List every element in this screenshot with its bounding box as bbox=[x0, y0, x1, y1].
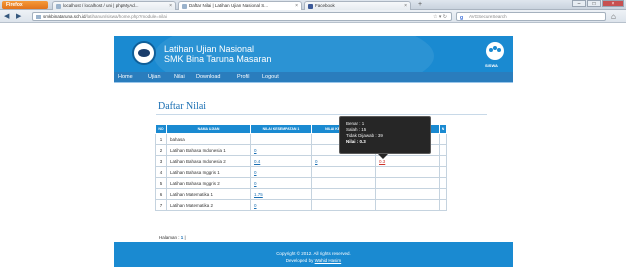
site-subtitle: SMK Bina Taruna Masaran bbox=[164, 54, 272, 64]
score-link[interactable]: 0 bbox=[254, 148, 257, 153]
menu-item-logout[interactable]: Logout bbox=[262, 72, 279, 83]
menu-item-home[interactable]: Home bbox=[118, 72, 133, 83]
school-logo-icon bbox=[132, 41, 156, 65]
close-icon[interactable]: × bbox=[295, 2, 298, 10]
main-menu: Home Ujian Nilai Download Profil Logout bbox=[114, 72, 513, 83]
row-number: 6 bbox=[155, 188, 167, 200]
exam-name: Latihan Bahasa Inggris 1 bbox=[166, 166, 251, 178]
window-close-button[interactable]: × bbox=[602, 0, 624, 7]
pagination-label: Halaman : bbox=[159, 235, 180, 240]
url-host: smkbinataruna.sch.id bbox=[43, 14, 86, 19]
exam-name: Latihan Bahasa Indonesia 2 bbox=[166, 155, 251, 167]
firefox-menu-button[interactable]: Firefox bbox=[2, 1, 48, 9]
exam-name: Latihan Bahasa Inggris 2 bbox=[166, 177, 251, 189]
reload-icon[interactable]: ☆ ▾ ↻ bbox=[433, 13, 447, 20]
score-link-hovered[interactable]: 0.3 bbox=[379, 159, 385, 164]
table-row: 6 Latihan Matematika 1 1.75 bbox=[155, 188, 447, 200]
divider bbox=[156, 114, 487, 115]
table-row: 5 Latihan Bahasa Inggris 2 0 bbox=[155, 177, 447, 189]
site-title: Latihan Ujian Nasional bbox=[164, 44, 255, 54]
tab-label: localhost / localhost / uni | phpMyAd... bbox=[63, 3, 139, 8]
footer-developed-label: Developed by bbox=[285, 258, 314, 263]
address-bar[interactable]: smkbinataruna.sch.id/latihanun/siswa/hom… bbox=[32, 12, 452, 21]
exam-name: Latihan Matematika 1 bbox=[166, 188, 251, 200]
table-row: 3 Latihan Bahasa Indonesia 2 0.4 0 0.3 bbox=[155, 155, 447, 167]
user-role-label: SISWA bbox=[485, 63, 498, 68]
tooltip-pointer bbox=[378, 154, 388, 159]
page-number-current[interactable]: 1 bbox=[181, 235, 184, 240]
navigation-bar: ◀ ▶ smkbinataruna.sch.id/latihanun/siswa… bbox=[0, 10, 626, 23]
close-icon[interactable]: × bbox=[404, 2, 407, 10]
table-row: 7 Latihan Matematika 2 0 bbox=[155, 199, 447, 211]
exam-name: bahasa bbox=[166, 133, 251, 145]
tab-phpmyadmin[interactable]: localhost / localhost / uni | phpMyAd...… bbox=[52, 1, 176, 10]
row-number: 7 bbox=[155, 199, 167, 211]
score-link[interactable]: 0.4 bbox=[254, 159, 260, 164]
tooltip-score: Nilai : 0.3 bbox=[346, 139, 366, 144]
exam-name: Latihan Matematika 2 bbox=[166, 199, 251, 211]
score-link[interactable]: 1.75 bbox=[254, 192, 263, 197]
tab-favicon-icon bbox=[56, 4, 61, 9]
new-tab-button[interactable]: + bbox=[413, 1, 427, 10]
home-icon[interactable]: ⌂ bbox=[611, 12, 616, 21]
column-header: N bbox=[439, 124, 447, 134]
developer-link[interactable]: Wahid Hasim bbox=[315, 258, 342, 263]
score-link[interactable]: 0 bbox=[254, 203, 257, 208]
pagination: Halaman : 1 | bbox=[159, 235, 186, 240]
score-link[interactable]: 0 bbox=[254, 170, 257, 175]
tab-label: Daftar Nilai | Latihan Ujian Nasional S.… bbox=[189, 3, 268, 8]
search-engine-icon: g bbox=[460, 15, 464, 21]
tab-facebook[interactable]: Facebook × bbox=[304, 1, 411, 10]
column-header: NILAI KESEMPATAN 1 bbox=[250, 124, 312, 134]
tab-daftar-nilai[interactable]: Daftar Nilai | Latihan Ujian Nasional S.… bbox=[178, 1, 302, 10]
column-header: NAMA UJIAN bbox=[166, 124, 251, 134]
menu-item-download[interactable]: Download bbox=[196, 72, 220, 83]
tab-label: Facebook bbox=[315, 3, 335, 8]
facebook-icon bbox=[308, 4, 313, 9]
users-icon bbox=[486, 42, 504, 60]
back-arrow-icon[interactable]: ◀ bbox=[4, 13, 12, 20]
row-number: 5 bbox=[155, 177, 167, 189]
maximize-button[interactable]: □ bbox=[587, 0, 601, 7]
site-identity-icon bbox=[36, 15, 41, 19]
site-header: Latihan Ujian Nasional SMK Bina Taruna M… bbox=[114, 36, 513, 72]
browser-tab-strip: Firefox localhost / localhost / uni | ph… bbox=[0, 0, 626, 10]
score-link[interactable]: 0 bbox=[315, 159, 318, 164]
search-input[interactable]: g AVGSecureSearch bbox=[456, 12, 606, 21]
row-number: 1 bbox=[155, 133, 167, 145]
page-title: Daftar Nilai bbox=[158, 101, 207, 112]
tab-favicon-icon bbox=[182, 4, 187, 9]
url-path: /latihanun/siswa/home.php?module=nilai bbox=[85, 14, 167, 19]
menu-item-ujian[interactable]: Ujian bbox=[148, 72, 161, 83]
row-number: 2 bbox=[155, 144, 167, 156]
score-link[interactable]: 0 bbox=[254, 181, 257, 186]
menu-item-nilai[interactable]: Nilai bbox=[174, 72, 185, 83]
menu-item-profil[interactable]: Profil bbox=[237, 72, 250, 83]
row-number: 3 bbox=[155, 155, 167, 167]
score-detail-tooltip: Benar : 1 Salah : 15 Tidak Dijawab : 39 … bbox=[339, 116, 431, 154]
minimize-button[interactable]: – bbox=[572, 0, 586, 7]
exam-name: Latihan Bahasa Indonesia 1 bbox=[166, 144, 251, 156]
column-header: NO bbox=[155, 124, 167, 134]
window-controls: – □ × bbox=[571, 0, 624, 8]
row-number: 4 bbox=[155, 166, 167, 178]
footer-copyright: Copyright © 2012. All rights reserved. bbox=[276, 251, 351, 256]
site-footer: Copyright © 2012. All rights reserved. D… bbox=[114, 242, 513, 267]
close-icon[interactable]: × bbox=[169, 2, 172, 10]
table-row: 4 Latihan Bahasa Inggris 1 0 bbox=[155, 166, 447, 178]
forward-arrow-icon[interactable]: ▶ bbox=[16, 13, 24, 20]
search-placeholder: AVGSecureSearch bbox=[469, 14, 507, 19]
